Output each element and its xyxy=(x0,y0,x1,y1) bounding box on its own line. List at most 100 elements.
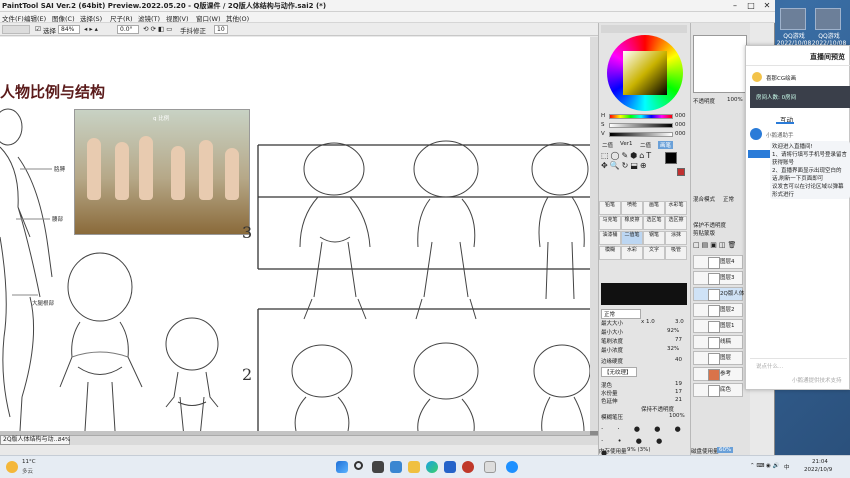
min-density-value[interactable]: 32% xyxy=(667,346,679,352)
layer-item[interactable]: 参考 xyxy=(693,367,743,381)
menu-edit[interactable]: 编辑(E) xyxy=(24,13,46,23)
tool-pencil[interactable]: 铅笔 xyxy=(599,201,621,215)
tool-select-pen[interactable]: 选区笔 xyxy=(643,216,665,230)
canvas-vertical-scrollbar[interactable] xyxy=(590,37,598,431)
texture-select[interactable]: 【无纹理】 xyxy=(601,367,637,377)
menu-other[interactable]: 其他(O) xyxy=(226,13,249,23)
tool-watercolor[interactable]: 水彩笔 xyxy=(665,201,687,215)
pressure-value[interactable]: 100% xyxy=(669,413,685,419)
color-square[interactable] xyxy=(623,51,667,95)
primary-color-swatch[interactable] xyxy=(665,152,677,164)
weather-temp[interactable]: 11°C xyxy=(22,459,36,465)
menu-ruler[interactable]: 尺子(R) xyxy=(110,13,133,23)
brush-tab[interactable]: Ver1 xyxy=(620,141,632,147)
blend-value[interactable]: 19 xyxy=(675,381,682,387)
select-checkbox-icon[interactable]: ☑ xyxy=(35,25,41,33)
app-icon[interactable] xyxy=(462,461,474,473)
color-wheel[interactable] xyxy=(607,35,683,111)
rotate-buttons[interactable]: ⟲ ⟳ ◧ ▭ xyxy=(143,25,172,33)
tool-eraser[interactable]: 橡皮擦 xyxy=(621,216,643,230)
search-icon[interactable] xyxy=(354,461,363,470)
tool-eyedropper[interactable]: 吸管 xyxy=(665,246,687,260)
min-size-value[interactable]: 92% xyxy=(667,328,679,334)
menu-file[interactable]: 文件(F) xyxy=(2,13,24,23)
menu-view[interactable]: 视图(V) xyxy=(166,13,189,23)
selection-tool-icons[interactable]: ⬚◯✎⬢⌂T ✥🔍↻⬓⊕ xyxy=(601,151,663,183)
sai-app-icon[interactable] xyxy=(484,461,496,473)
tool-airbrush[interactable]: 喷枪 xyxy=(621,201,643,215)
weather-icon[interactable] xyxy=(6,461,18,473)
tool-binary-pen[interactable]: 二值笔 xyxy=(621,231,643,245)
brush-tab[interactable]: 二值 xyxy=(640,141,651,149)
live-video-strip[interactable]: 房间人数: 0房间 xyxy=(750,86,850,108)
desktop-icon[interactable] xyxy=(780,8,806,30)
angle-field[interactable]: 0.0° xyxy=(117,25,139,34)
keep-opacity-checkbox[interactable]: 保持不透明度 xyxy=(641,405,674,413)
tool-pen[interactable]: 钢笔 xyxy=(643,231,665,245)
clipping-mask-checkbox[interactable]: 剪贴蒙版 xyxy=(693,229,715,237)
desktop-icon[interactable] xyxy=(815,8,841,30)
menu-select[interactable]: 选择(S) xyxy=(80,13,102,23)
navigator-thumbnail[interactable] xyxy=(693,35,747,93)
size-multiplier[interactable]: x 1.0 xyxy=(641,319,655,325)
close-button[interactable]: ✕ xyxy=(759,0,775,12)
zoom-field[interactable]: 84% xyxy=(58,25,80,34)
edge-browser-icon[interactable] xyxy=(426,461,438,473)
input-language[interactable]: 中 xyxy=(784,463,790,471)
chat-input[interactable]: 说点什么... xyxy=(750,358,847,370)
value-slider[interactable] xyxy=(609,132,673,137)
tool-brush[interactable]: 画笔 xyxy=(643,201,665,215)
color-mode-tabs[interactable] xyxy=(601,25,687,33)
layer-item[interactable]: 图层4 xyxy=(693,255,743,269)
canvas-paper[interactable]: 人物比例与结构 q 比例 胳膊 腰部 大腿根部 3 2 xyxy=(0,37,590,431)
hand-stabilizer-field[interactable]: 10 xyxy=(214,25,228,34)
size-value[interactable]: 3.0 xyxy=(675,319,684,325)
blend-mode-select[interactable]: 正常 xyxy=(723,195,734,203)
opacity-value[interactable]: 100% xyxy=(727,97,743,103)
zoom-buttons[interactable]: ◂ ▸ ▴ xyxy=(84,25,98,33)
layer-action-icons[interactable]: □▤▣◫🗑 xyxy=(693,241,747,251)
brush-shape-presets[interactable]: · · ● ● ● · • ● ● ● xyxy=(601,423,687,457)
layer-item[interactable]: 底色 xyxy=(693,383,743,397)
tool-text[interactable]: 文字 xyxy=(643,246,665,260)
tool-water[interactable]: 水彩 xyxy=(621,246,643,260)
store-icon[interactable] xyxy=(444,461,456,473)
layer-tool-buttons[interactable] xyxy=(2,25,30,34)
qq-app-icon[interactable] xyxy=(506,461,518,473)
task-view-icon[interactable] xyxy=(372,461,384,473)
tray-icons[interactable]: ⌃ ⌨ ◉ 🔊 xyxy=(750,463,779,469)
menu-filter[interactable]: 滤镜(T) xyxy=(138,13,160,23)
clock-date[interactable]: 2022/10/9 xyxy=(804,467,832,473)
layer-item[interactable]: 图层1 xyxy=(693,319,743,333)
edge-value[interactable]: 40 xyxy=(675,357,682,363)
secondary-color-swatch[interactable] xyxy=(677,168,685,176)
saturation-slider[interactable] xyxy=(609,123,673,128)
protect-opacity-checkbox[interactable]: 保护不透明度 xyxy=(693,221,726,229)
clock-time[interactable]: 21:04 xyxy=(812,459,828,465)
tool-blur[interactable]: 模糊 xyxy=(599,246,621,260)
density-value[interactable]: 77 xyxy=(675,337,682,343)
maximize-button[interactable]: □ xyxy=(743,0,759,12)
tool-marker[interactable]: 马克笔 xyxy=(599,216,621,230)
start-icon[interactable] xyxy=(336,461,348,473)
tool-select-eraser[interactable]: 选区擦 xyxy=(665,216,687,230)
layer-item[interactable]: 图层 xyxy=(693,351,743,365)
hue-slider[interactable] xyxy=(609,114,673,119)
menu-image[interactable]: 图像(C) xyxy=(52,13,75,23)
brush-tab[interactable]: 二值 xyxy=(602,141,613,149)
brush-mode-select[interactable]: 正常 xyxy=(601,309,641,319)
minimize-button[interactable]: – xyxy=(727,0,743,12)
layer-item[interactable]: 线稿 xyxy=(693,335,743,349)
brush-tab-active[interactable]: 画笔 xyxy=(658,141,674,149)
layer-item-selected[interactable]: 2Q版人体 xyxy=(693,287,744,301)
menu-window[interactable]: 窗口(W) xyxy=(196,13,221,23)
hold-value[interactable]: 21 xyxy=(675,397,682,403)
canvas-area[interactable]: 人物比例与结构 q 比例 胳膊 腰部 大腿根部 3 2 xyxy=(0,37,598,435)
tool-smudge[interactable]: 涂抹 xyxy=(665,231,687,245)
layer-item[interactable]: 图层3 xyxy=(693,271,743,285)
file-explorer-icon[interactable] xyxy=(408,461,420,473)
water-value[interactable]: 17 xyxy=(675,389,682,395)
layer-item[interactable]: 图层2 xyxy=(693,303,743,317)
tool-bucket[interactable]: 油漆桶 xyxy=(599,231,621,245)
widgets-icon[interactable] xyxy=(390,461,402,473)
